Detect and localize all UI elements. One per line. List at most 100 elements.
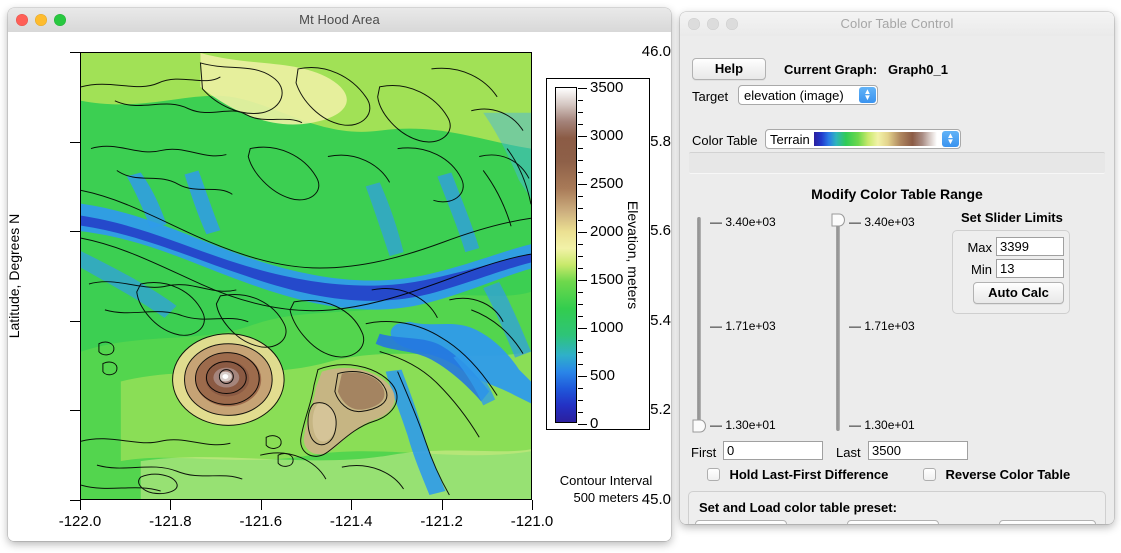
y-axis-label: Latitude, Degrees N [8,214,22,339]
colorbar-minor-tick [578,292,583,293]
max-field[interactable]: 3399 [996,237,1064,256]
contour-interval-line2: 500 meters [573,490,639,505]
colorbar-tick-label: 0 [590,415,599,432]
reverse-color-table-checkbox[interactable]: Reverse Color Table [923,466,1070,484]
colorbar-tick-label: 3500 [590,79,624,96]
hold-difference-label: Hold Last-First Difference [729,467,889,482]
x-tick-label: -121.0 [510,513,554,530]
last-slider-bottom-tick: — 1.30e+01 [849,418,915,432]
y-tick-mark [70,500,80,501]
colorbar-title: Elevation, meters [625,200,641,310]
target-dropdown[interactable]: elevation (image) ▲ ▼ [738,85,878,105]
screen: Mt Hood Area 46.0 45.8 45.6 45.4 45.2 45… [0,0,1121,553]
colorbar-minor-tick [578,220,583,221]
colorbar-tick-label: 2000 [590,223,624,240]
x-tick-mark [80,500,81,510]
colorbar-gradient [555,87,577,423]
save-current-button[interactable]: Save Current [695,520,787,524]
checkbox-box[interactable] [923,468,936,481]
colorbar-minor-tick [578,352,583,353]
last-slider-mid-tick: — 1.71e+03 [849,319,915,333]
last-slider-thumb[interactable] [831,213,846,227]
first-slider-top-tick: — 3.40e+03 [710,215,776,229]
y-tick-mark [70,141,80,143]
modify-range-title: Modify Color Table Range [811,186,983,202]
last-slider-top-tick: — 3.40e+03 [849,215,915,229]
y-tick-label: 46.0 [641,43,671,60]
colorbar-tick-label: 3000 [590,127,624,144]
colorbar-minor-tick [578,388,583,389]
map-plot-area[interactable] [80,52,532,500]
colorbar-minor-tick [578,196,583,197]
colorbar-tick-label: 1500 [590,271,624,288]
color-table-dropdown-value: Terrain [770,131,810,147]
colorbar-minor-tick [578,268,583,269]
color-table-control-window: Color Table Control Help Current Graph: … [680,12,1114,524]
graph-canvas: 46.0 45.8 45.6 45.4 45.2 45.0 Latitude, … [8,32,671,541]
chevron-updown-icon[interactable]: ▲ ▼ [942,131,959,147]
auto-calc-button[interactable]: Auto Calc [973,282,1064,304]
colorbar-tick-label: 2500 [590,175,624,192]
colorbar-tick [578,232,587,233]
x-tick-label: -121.4 [329,513,373,530]
colorbar-minor-tick [578,160,583,161]
last-slider-track[interactable] [836,217,840,431]
ctc-content: Help Current Graph: Graph0_1 Target elev… [680,36,1114,524]
apply-to-all-button[interactable]: Apply to All [999,520,1096,524]
ctc-window-title: Color Table Control [840,16,954,31]
current-graph-label: Current Graph: [784,62,878,77]
colorbar-tick [578,376,587,377]
colorbar-tick [578,328,587,329]
x-tick-mark [351,500,353,510]
colorbar-minor-tick [578,208,583,209]
first-slider-mid-tick: — 1.71e+03 [710,319,776,333]
colorbar-tick [578,280,587,281]
ctc-titlebar[interactable]: Color Table Control [680,12,1114,37]
slider-limits-group: Max 3399 Min 13 Auto Calc [952,230,1070,314]
x-tick-mark [260,500,262,510]
first-label: First [691,445,717,460]
min-label: Min [971,262,992,277]
color-table-dropdown[interactable]: Terrain ▲ ▼ [765,129,961,149]
colorbar-minor-tick [578,148,583,149]
checkbox-box[interactable] [707,468,720,481]
first-slider-thumb[interactable] [692,419,707,433]
colorbar: 3500 3000 2500 2000 1500 1000 500 0 Elev… [546,78,650,432]
contour-interval-annotation: Contour Interval 500 meters [536,472,671,506]
contour-interval-line1: Contour Interval [559,473,653,488]
color-table-gradient-preview [813,132,937,146]
preset-group: Set and Load color table preset: Save Cu… [688,491,1106,524]
x-tick-label: -121.8 [149,513,192,530]
min-field[interactable]: 13 [996,259,1064,278]
chevron-updown-icon[interactable]: ▲ ▼ [859,87,876,103]
colorbar-minor-tick [578,412,583,413]
first-slider-bottom-tick: — 1.30e+01 [710,418,776,432]
preset-section-label: Set and Load color table preset: [699,500,897,515]
y-tick-mark [70,320,80,322]
set-slider-limits-title: Set Slider Limits [961,210,1063,225]
help-button[interactable]: Help [692,58,766,80]
terrain-heatmap-image [81,53,531,499]
colorbar-minor-tick [578,124,583,125]
colorbar-tick [578,424,587,425]
first-field[interactable]: 0 [723,441,823,460]
target-label: Target [692,89,729,104]
apply-button[interactable]: Apply [847,520,939,524]
hold-difference-checkbox[interactable]: Hold Last-First Difference [707,466,888,484]
colorbar-tick-label: 1000 [590,319,624,336]
x-tick-label: -121.6 [239,513,283,530]
max-label: Max [967,240,992,255]
x-tick-mark [170,500,172,510]
x-tick-mark [532,500,533,510]
last-label: Last [836,445,861,460]
reverse-color-table-label: Reverse Color Table [945,467,1071,482]
colorbar-minor-tick [578,304,583,305]
first-slider-track[interactable] [697,217,701,431]
colorbar-minor-tick [578,256,583,257]
colorbar-tick [578,88,587,89]
graph-window-titlebar[interactable]: Mt Hood Area [8,8,671,33]
x-tick-mark [441,500,443,510]
colorbar-tick-label: 500 [590,367,616,384]
last-field[interactable]: 3500 [868,441,968,460]
colorbar-minor-tick [578,244,583,245]
